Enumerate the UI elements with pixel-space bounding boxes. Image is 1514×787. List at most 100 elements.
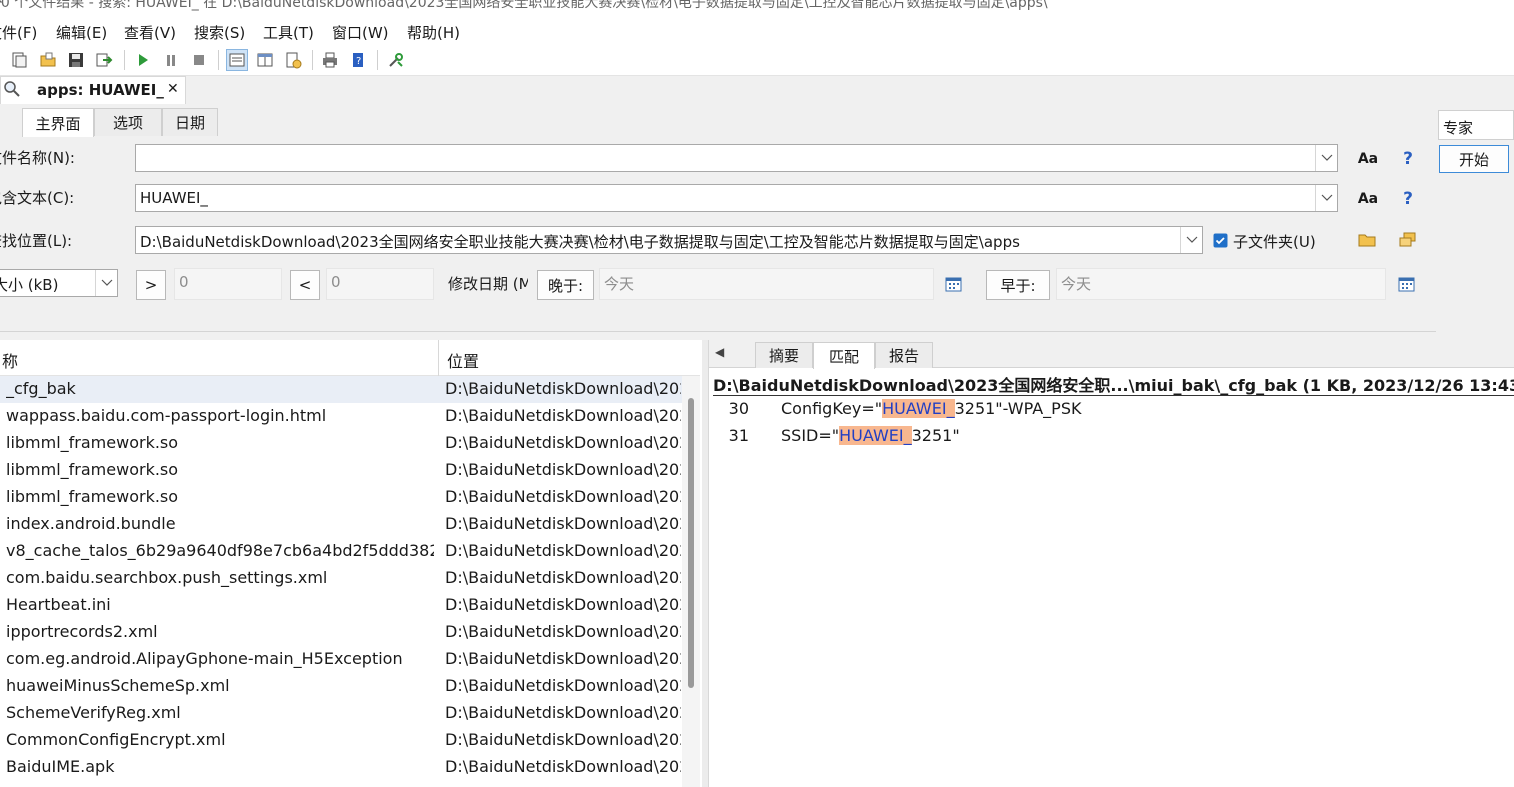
help-icon[interactable]: ? [1397,188,1419,210]
table-row[interactable]: ipportrecords2.xml D:\BaiduNetdiskDownloa… [0,619,682,646]
menu-tools[interactable]: 工具(T) [263,22,314,43]
row-name: libmml_framework.so [6,460,179,479]
preview-pane: ◀ 摘要 匹配 报告 D:\BaiduNetdiskDownload\2023全… [708,340,1514,787]
line-number: 30 [728,399,749,418]
stop-icon[interactable] [188,49,210,71]
vertical-scrollbar[interactable] [682,376,700,787]
scrollbar-thumb[interactable] [688,398,694,688]
calendar-icon[interactable] [945,276,962,296]
table-row[interactable]: huaweiMinusSchemeSp.xml D:\BaiduNetdiskDo… [0,673,682,700]
row-name: index.android.bundle [6,514,176,533]
search-tab-strip: apps: HUAWEI_ ✕ [0,76,1514,104]
size-max-field[interactable]: 0 [326,268,434,300]
mode-select[interactable]: 专家 [1438,110,1514,140]
start-search-icon[interactable] [132,49,154,71]
browse-folder-icon[interactable] [1358,232,1376,252]
before-button[interactable]: 早于: [986,270,1050,300]
chevron-down-icon[interactable] [95,270,117,296]
column-divider[interactable] [438,340,439,376]
size-min-field[interactable]: 0 [174,268,282,300]
match-case-icon[interactable]: Aa [1357,188,1379,210]
after-date-field[interactable]: 今天 [599,268,934,300]
menu-edit[interactable]: 编辑(E) [56,22,107,43]
scroll-left-icon[interactable]: ◀ [715,345,724,359]
tab-matches[interactable]: 匹配 [813,342,875,369]
subfolder-checkbox[interactable] [1213,233,1228,252]
content-input[interactable]: HUAWEI_ [135,184,1338,212]
toolbar-separator [377,50,378,70]
chevron-down-icon[interactable] [1315,185,1337,211]
table-row[interactable]: libmml_framework.so D:\BaiduNetdiskDownlo… [0,430,682,457]
column-location[interactable]: 位置 [447,348,479,372]
menu-view[interactable]: 查看(V) [124,22,176,43]
menu-file[interactable]: 文件(F) [0,22,37,43]
row-path: D:\BaiduNetdiskDownload\2023 [445,757,681,776]
row-path: D:\BaiduNetdiskDownload\2023 [445,676,681,695]
multi-folder-icon[interactable] [1399,232,1417,252]
match-line[interactable]: 30 ConfigKey="HUAWEI_3251"-WPA_PSK [709,399,1509,423]
row-path: D:\BaiduNetdiskDownload\2023 [445,379,681,398]
pause-icon[interactable] [160,49,182,71]
tools-icon[interactable] [385,49,407,71]
table-row[interactable]: SchemeVerifyReg.xml D:\BaiduNetdiskDownlo… [0,700,682,727]
chevron-down-icon[interactable] [1180,227,1202,253]
table-row[interactable]: BaiduIME.apk D:\BaiduNetdiskDownload\2023 [0,754,682,781]
menu-search[interactable]: 搜索(S) [194,22,245,43]
help-book-icon[interactable]: ? [347,49,369,71]
save-icon[interactable] [65,49,87,71]
table-row[interactable]: index.android.bundle D:\BaiduNetdiskDownl… [0,511,682,538]
new-search-icon[interactable] [8,49,30,71]
match-line[interactable]: 31 SSID="HUAWEI_3251" [709,426,1509,450]
tab-date[interactable]: 日期 [162,108,218,136]
table-row[interactable]: v8_cache_talos_6b29a9640df98e7cb6a4bd2f5… [0,538,682,565]
size-unit-value: 大小 (kB) [0,276,59,294]
modified-date-label: 修改日期 (M) [448,275,528,293]
table-row[interactable]: libmml_framework.so D:\BaiduNetdiskDownlo… [0,484,682,511]
table-row[interactable]: CommonConfigEncrypt.xml D:\BaiduNetdiskDo… [0,727,682,754]
before-date-field[interactable]: 今天 [1056,268,1386,300]
row-path: D:\BaiduNetdiskDownload\2023 [445,487,681,506]
toolbar-separator [124,50,125,70]
preview-tabs: ◀ 摘要 匹配 报告 [709,340,1514,369]
table-row[interactable]: com.baidu.searchbox.push_settings.xml D:\… [0,565,682,592]
match-case-icon[interactable]: Aa [1357,148,1379,170]
chevron-down-icon[interactable] [1315,145,1337,171]
close-tab-icon[interactable]: ✕ [167,81,179,97]
preview-pane-icon[interactable] [226,49,248,71]
export-icon[interactable] [93,49,115,71]
row-name: Heartbeat.ini [6,595,111,614]
tab-summary[interactable]: 摘要 [755,342,813,368]
toolbar: ? [0,44,1514,76]
print-icon[interactable] [319,49,341,71]
calendar-icon[interactable] [1398,276,1415,296]
match-suffix: 3251" [911,426,960,445]
greater-than-button[interactable]: > [136,270,166,300]
table-row[interactable]: Heartbeat.ini D:\BaiduNetdiskDownload\202… [0,592,682,619]
tab-main[interactable]: 主界面 [22,108,94,137]
row-name: _cfg_bak [6,379,76,398]
table-row[interactable]: wappass.baidu.com-passport-login.html D:\… [0,403,682,430]
less-than-button[interactable]: < [290,270,320,300]
row-path: D:\BaiduNetdiskDownload\2023 [445,541,681,560]
start-button[interactable]: 开始 [1439,145,1509,173]
help-icon[interactable]: ? [1397,148,1419,170]
column-name[interactable]: 名称 [0,348,18,372]
table-row[interactable]: _cfg_bak D:\BaiduNetdiskDownload\2023 [0,376,682,403]
subfolder-label[interactable]: 子文件夹(U) [1233,231,1316,252]
layout-icon[interactable] [254,49,276,71]
row-name: ipportrecords2.xml [6,622,158,641]
size-unit-select[interactable]: 大小 (kB) [0,269,118,297]
after-button[interactable]: 晚于: [537,270,594,300]
report-icon[interactable] [282,49,304,71]
search-tab[interactable]: apps: HUAWEI_ ✕ [0,76,186,104]
filename-input[interactable] [135,144,1338,172]
table-row[interactable]: libmml_framework.so D:\BaiduNetdiskDownlo… [0,457,682,484]
menu-window[interactable]: 窗口(W) [332,22,389,43]
location-input[interactable]: D:\BaiduNetdiskDownload\2023全国网络安全职业技能大赛… [135,226,1203,254]
tab-report[interactable]: 报告 [875,342,933,368]
menu-help[interactable]: 帮助(H) [407,22,460,43]
open-folder-icon[interactable] [37,49,59,71]
tab-options[interactable]: 选项 [94,108,162,136]
window-close-icon[interactable]: ✕ [0,0,1506,8]
table-row[interactable]: com.eg.android.AlipayGphone-main_H5Excep… [0,646,682,673]
